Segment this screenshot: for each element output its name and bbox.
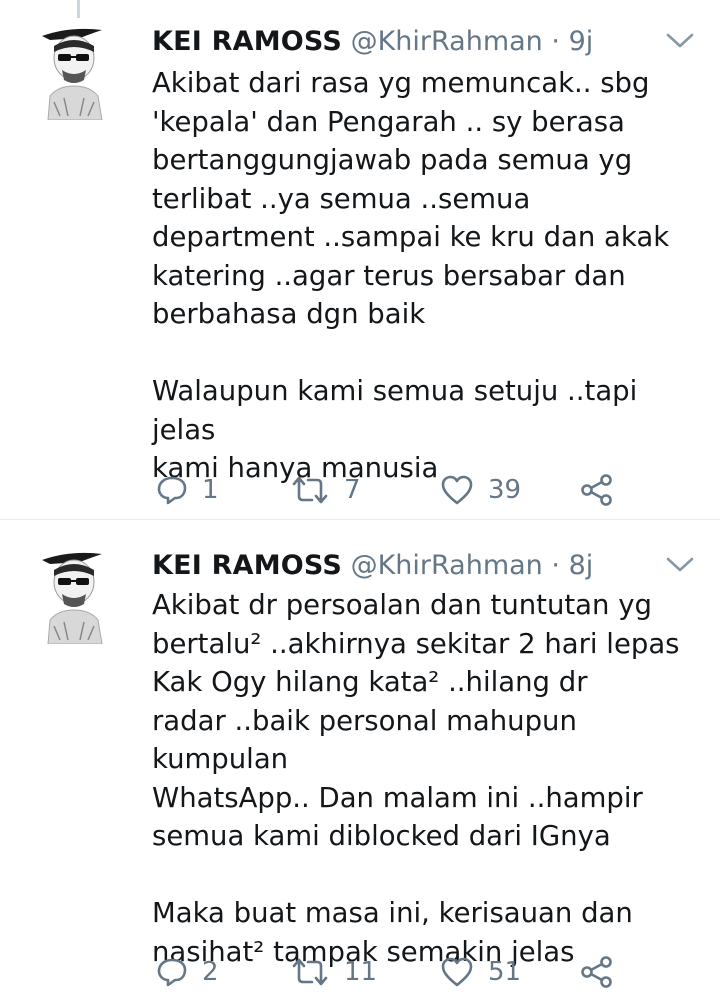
tweet-actions: 2 11 51 [152, 952, 622, 992]
separator: · [551, 550, 560, 581]
reply-count: 2 [202, 957, 219, 987]
author-handle[interactable]: @KhirRahman [351, 26, 543, 57]
timestamp[interactable]: 9j [569, 26, 594, 57]
tweet-actions: 1 7 39 [152, 470, 622, 510]
tweet-paragraph: Akibat dr persoalan dan tuntutan yg bert… [152, 589, 680, 852]
retweet-count: 7 [344, 475, 361, 505]
timestamp[interactable]: 8j [569, 550, 594, 581]
reply-icon [156, 956, 188, 988]
like-button[interactable]: 39 [440, 470, 521, 510]
retweet-button[interactable]: 7 [290, 470, 361, 510]
like-button[interactable]: 51 [440, 952, 521, 992]
share-button[interactable] [580, 470, 614, 510]
heart-icon [440, 956, 474, 988]
like-count: 39 [488, 475, 522, 505]
tweet-header: KEI RAMOSS @KhirRahman · 9j [152, 22, 593, 62]
like-count: 51 [488, 957, 522, 987]
tweet-text: Akibat dari rasa yg memuncak.. sbg 'kepa… [152, 64, 702, 488]
retweet-icon [290, 474, 330, 506]
chevron-down-icon[interactable] [664, 552, 696, 576]
chevron-down-icon[interactable] [664, 28, 696, 52]
tweet-text: Akibat dr persoalan dan tuntutan yg bert… [152, 586, 702, 971]
reply-button[interactable]: 2 [156, 952, 219, 992]
retweet-count: 11 [344, 957, 378, 987]
author-name[interactable]: KEI RAMOSS [152, 26, 342, 57]
heart-icon [440, 474, 474, 506]
share-button[interactable] [580, 952, 614, 992]
tweet-paragraph: Akibat dari rasa yg memuncak.. sbg 'kepa… [152, 67, 670, 330]
tweet[interactable]: KEI RAMOSS @KhirRahman · 9j Akibat dari … [0, 0, 720, 520]
retweet-icon [290, 956, 330, 988]
author-name[interactable]: KEI RAMOSS [152, 550, 342, 581]
tweet-header: KEI RAMOSS @KhirRahman · 8j [152, 546, 593, 586]
avatar[interactable] [40, 24, 110, 121]
retweet-button[interactable]: 11 [290, 952, 377, 992]
author-handle[interactable]: @KhirRahman [351, 550, 543, 581]
reply-button[interactable]: 1 [156, 470, 219, 510]
separator: · [551, 26, 560, 57]
reply-icon [156, 474, 188, 506]
share-icon [580, 474, 614, 506]
share-icon [580, 956, 614, 988]
avatar[interactable] [40, 548, 110, 645]
reply-count: 1 [202, 475, 219, 505]
